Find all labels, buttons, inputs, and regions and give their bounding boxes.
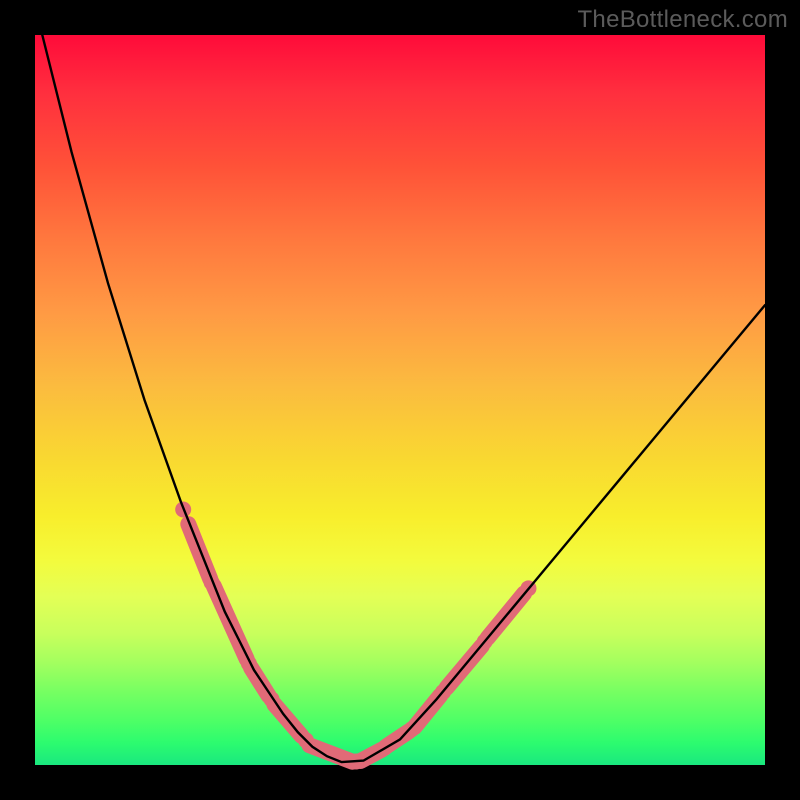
chart-svg xyxy=(35,35,765,765)
highlight-layer xyxy=(175,502,536,770)
chart-frame: TheBottleneck.com xyxy=(0,0,800,800)
watermark-text: TheBottleneck.com xyxy=(577,6,788,34)
highlight-segment xyxy=(188,524,210,579)
highlight-dot xyxy=(404,721,420,737)
plot-area xyxy=(35,35,765,765)
bottleneck-curve xyxy=(42,35,765,762)
highlight-segment xyxy=(251,668,269,696)
